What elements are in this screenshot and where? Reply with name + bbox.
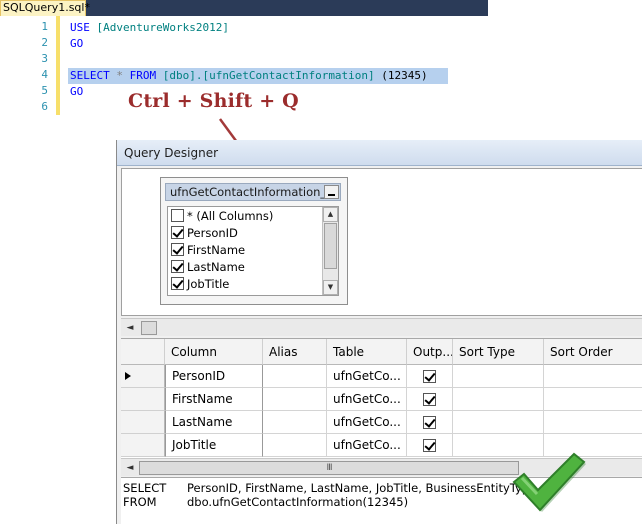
grid-cell-table[interactable]: ufnGetCo... [327, 365, 407, 388]
sql-select-list: PersonID, FirstName, LastName, JobTitle,… [187, 481, 537, 495]
keyword-go: GO [70, 37, 84, 50]
hotkey-annotation: Ctrl + Shift + Q [128, 90, 299, 112]
table-object[interactable]: ufnGetContactInformation_1 * (All Column… [160, 177, 348, 305]
checkbox-icon[interactable] [171, 260, 184, 273]
column-list[interactable]: * (All Columns) PersonID FirstName LastN… [167, 206, 339, 296]
database-name: [AdventureWorks2012] [96, 21, 229, 34]
line-number: 5 [41, 84, 48, 97]
sql-keyword-select: SELECT [123, 481, 167, 495]
diagram-pane[interactable]: ufnGetContactInformation_1 * (All Column… [121, 168, 642, 316]
grid-cell-output[interactable] [407, 411, 453, 434]
column-label: FirstName [187, 243, 246, 257]
grid-header-table[interactable]: Table [327, 339, 407, 365]
grid-cell-table[interactable]: ufnGetCo... [327, 411, 407, 434]
row-selector-current[interactable] [121, 365, 165, 388]
line-number: 3 [41, 52, 48, 65]
row-selector[interactable] [121, 434, 165, 457]
scroll-thumb[interactable]: III [139, 461, 519, 475]
checkbox-icon[interactable] [171, 209, 184, 222]
grid-cell-sort-type[interactable] [453, 388, 544, 411]
green-check-icon [512, 452, 586, 512]
sql-keyword-from: FROM [123, 495, 157, 509]
grid-header-sort-order[interactable]: Sort Order [544, 339, 642, 365]
checkbox-icon[interactable] [171, 277, 184, 290]
line-number: 1 [41, 20, 48, 33]
grid-cell-sort-type[interactable] [453, 411, 544, 434]
grid-cell-column[interactable]: PersonID [165, 365, 263, 388]
checkbox-icon[interactable] [423, 370, 436, 383]
row-selector[interactable] [121, 411, 165, 434]
column-item-personid[interactable]: PersonID [171, 225, 238, 242]
minimize-icon[interactable] [324, 185, 339, 199]
grid-header-column[interactable]: Column [165, 339, 263, 365]
code-line-1[interactable]: USE [AdventureWorks2012] [70, 20, 229, 36]
line-number-gutter: 1 2 3 4 5 6 [0, 16, 54, 115]
grid-cell-column[interactable]: JobTitle [165, 434, 263, 457]
code-line-4[interactable]: SELECT * FROM [dbo].[ufnGetContactInform… [70, 68, 428, 84]
function-name: [dbo].[ufnGetContactInformation] [162, 69, 375, 82]
grid-cell-sort-order[interactable] [544, 388, 642, 411]
column-item-firstname[interactable]: FirstName [171, 242, 245, 259]
grid-cell-alias[interactable] [263, 434, 327, 457]
code-line-2[interactable]: GO [70, 36, 83, 52]
line-number: 2 [41, 36, 48, 49]
grid-header-output[interactable]: Outp... [407, 339, 453, 365]
scroll-thumb[interactable] [141, 321, 157, 335]
keyword-select: SELECT [70, 69, 110, 82]
checkbox-icon[interactable] [423, 416, 436, 429]
grid-cell-table[interactable]: ufnGetCo... [327, 434, 407, 457]
grid-header-alias[interactable]: Alias [263, 339, 327, 365]
table-title: ufnGetContactInformation_1 [170, 185, 334, 199]
scroll-up-icon[interactable]: ▲ [323, 207, 338, 222]
scroll-left-icon[interactable]: ◄ [123, 321, 137, 335]
sql-from-source: dbo.ufnGetContactInformation(12345) [187, 495, 409, 509]
grid-cell-alias[interactable] [263, 365, 327, 388]
diagram-horizontal-scrollbar[interactable]: ◄ [121, 318, 642, 336]
line-number: 4 [41, 68, 48, 81]
column-item-jobtitle[interactable]: JobTitle [171, 276, 229, 293]
column-label: JobTitle [187, 277, 230, 291]
grid-cell-alias[interactable] [263, 388, 327, 411]
column-item-all[interactable]: * (All Columns) [171, 208, 273, 225]
document-tab-strip: SQLQuery1.sql* [0, 0, 488, 16]
scroll-down-icon[interactable]: ▼ [323, 280, 338, 295]
keyword-go: GO [70, 85, 84, 98]
scroll-thumb[interactable] [324, 223, 337, 269]
grid-cell-output[interactable] [407, 365, 453, 388]
grid-cell-table[interactable]: ufnGetCo... [327, 388, 407, 411]
grid-cell-column[interactable]: LastName [165, 411, 263, 434]
keyword-use: USE [70, 21, 90, 34]
table-header[interactable]: ufnGetContactInformation_1 [165, 183, 341, 201]
checkbox-icon[interactable] [423, 393, 436, 406]
grid-cell-output[interactable] [407, 434, 453, 457]
column-label: LastName [187, 260, 245, 274]
change-indicator-bar [56, 16, 60, 115]
code-line-5[interactable]: GO [70, 84, 83, 100]
star-token: * [116, 69, 123, 82]
window-title: Query Designer [117, 140, 642, 166]
grid-cell-sort-order[interactable] [544, 411, 642, 434]
keyword-from: FROM [129, 69, 157, 82]
tab-sqlquery1[interactable]: SQLQuery1.sql* [0, 0, 90, 16]
grid-header-sort-type[interactable]: Sort Type [453, 339, 544, 365]
checkbox-icon[interactable] [171, 226, 184, 239]
checkbox-icon[interactable] [171, 243, 184, 256]
grid-cell-sort-type[interactable] [453, 365, 544, 388]
vertical-scrollbar[interactable]: ▲ ▼ [322, 207, 338, 295]
grid-cell-column[interactable]: FirstName [165, 388, 263, 411]
column-item-lastname[interactable]: LastName [171, 259, 245, 276]
scroll-left-icon[interactable]: ◄ [123, 461, 137, 475]
grid-cell-alias[interactable] [263, 411, 327, 434]
function-argument: (12345) [381, 69, 428, 82]
grid-cell-sort-order[interactable] [544, 365, 642, 388]
column-label: * (All Columns) [187, 209, 274, 223]
criteria-grid[interactable]: Column Alias Table Outp... Sort Type Sor… [121, 338, 642, 458]
row-selector[interactable] [121, 388, 165, 411]
line-number: 6 [41, 100, 48, 113]
checkbox-icon[interactable] [423, 439, 436, 452]
grid-cell-output[interactable] [407, 388, 453, 411]
column-label: PersonID [187, 226, 238, 240]
grid-corner [121, 339, 165, 365]
